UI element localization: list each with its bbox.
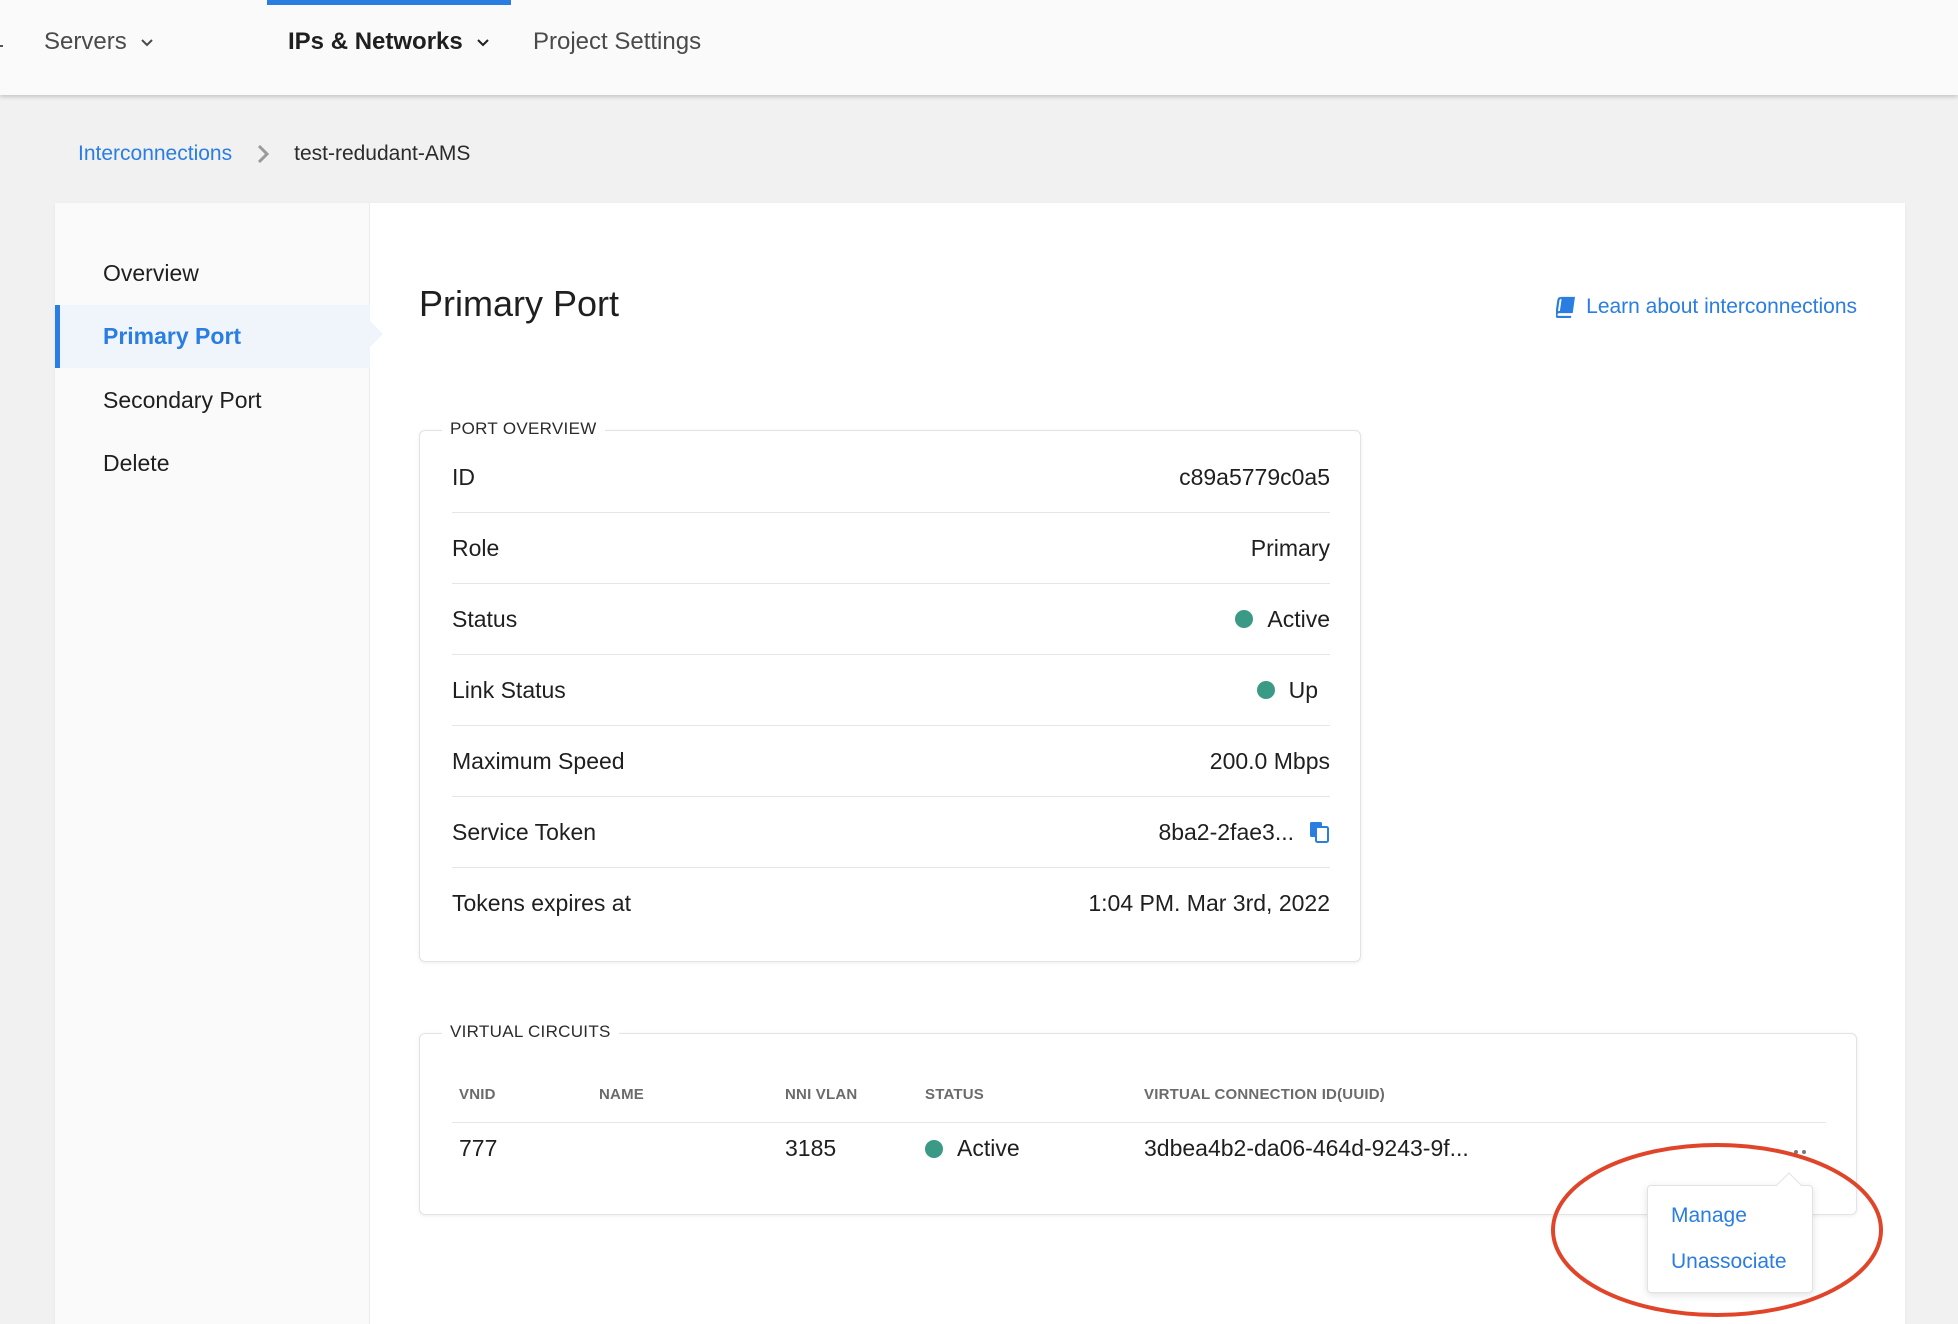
port-row-status: Status Active [452, 584, 1330, 655]
service-token-value: 8ba2-2fae3... [1158, 819, 1330, 846]
top-nav: Servers IPs & Networks Project Settings [0, 0, 1958, 95]
sidebar-item-primary-port[interactable]: Primary Port [55, 305, 370, 368]
service-token-text: 8ba2-2fae3... [1158, 818, 1294, 845]
sidebar-active-notch [370, 321, 383, 347]
status-dot-icon [925, 1139, 943, 1158]
sidebar-item-label: Delete [103, 450, 170, 476]
port-row-id: ID c89a5779c0a5 [452, 442, 1330, 513]
sidebar-item-label: Overview [103, 260, 199, 286]
row-actions-dropdown: Manage Unassociate [1647, 1172, 1813, 1293]
virtual-circuits-legend: VIRTUAL CIRCUITS [442, 1022, 619, 1042]
chevron-down-icon [140, 39, 153, 47]
link-status-value: Up [1256, 676, 1330, 704]
copy-icon[interactable] [1308, 820, 1330, 844]
table-header-divider [452, 1122, 1826, 1123]
port-row-role: Role Primary [452, 513, 1330, 584]
menu-item-unassociate[interactable]: Unassociate [1671, 1250, 1787, 1274]
breadcrumb: Interconnections test-redudant-AMS [78, 142, 470, 166]
column-header-nni-vlan: NNI VLAN [785, 1086, 858, 1103]
port-row-service-token: Service Token 8ba2-2fae3... [452, 797, 1330, 868]
nav-ips-networks[interactable]: IPs & Networks [288, 28, 491, 56]
page-title: Primary Port [419, 283, 620, 324]
column-header-uuid: VIRTUAL CONNECTION ID(UUID) [1144, 1086, 1385, 1103]
more-horizontal-icon [1794, 1150, 1806, 1154]
port-row-label: Status [452, 605, 518, 632]
sidebar-item-label: Secondary Port [103, 387, 262, 413]
column-header-status: STATUS [925, 1086, 984, 1103]
breadcrumb-current: test-redudant-AMS [294, 142, 471, 165]
cell-vnid: 777 [459, 1135, 498, 1161]
port-row-value: 200.0 Mbps [1209, 747, 1330, 774]
port-overview-legend: PORT OVERVIEW [442, 419, 605, 439]
book-icon [1556, 296, 1576, 318]
port-status-value: Active [1235, 606, 1330, 633]
cell-uuid: 3dbea4b2-da06-464d-9243-9f... [1144, 1135, 1469, 1161]
chevron-down-icon [477, 39, 489, 47]
status-dot-icon [1235, 610, 1254, 628]
sidebar-item-secondary-port[interactable]: Secondary Port [55, 369, 370, 432]
port-row-label: Service Token [452, 818, 597, 845]
row-actions-menu-trigger[interactable] [1793, 1142, 1807, 1160]
cell-status: Active [925, 1135, 1020, 1162]
sidebar: Overview Primary Port Secondary Port Del… [55, 203, 370, 1324]
port-row-label: Link Status [452, 676, 566, 703]
chevron-right-icon [258, 144, 270, 164]
status-text: Up [1288, 676, 1318, 703]
status-dot-icon [1256, 681, 1275, 699]
column-header-name: NAME [599, 1086, 644, 1103]
nav-project-settings[interactable]: Project Settings [533, 28, 701, 56]
nav-edge-fragment [0, 45, 3, 47]
port-row-link-status: Link Status Up [452, 655, 1330, 726]
port-overview-card: PORT OVERVIEW ID c89a5779c0a5 Role Prima… [419, 419, 1361, 962]
nav-ips-networks-label: IPs & Networks [288, 28, 463, 55]
port-row-value: 1:04 PM. Mar 3rd, 2022 [1088, 890, 1330, 916]
nav-project-settings-label: Project Settings [533, 28, 702, 55]
menu-item-manage[interactable]: Manage [1671, 1204, 1747, 1228]
port-row-label: Tokens expires at [452, 890, 631, 916]
column-header-vnid: VNID [459, 1086, 496, 1103]
port-row-value: c89a5779c0a5 [1179, 463, 1330, 490]
port-row-value: Primary [1250, 534, 1330, 561]
cell-nni-vlan: 3185 [785, 1135, 837, 1161]
sidebar-item-delete[interactable]: Delete [55, 432, 370, 495]
port-row-token-expiry: Tokens expires at 1:04 PM. Mar 3rd, 2022 [452, 868, 1330, 939]
port-row-max-speed: Maximum Speed 200.0 Mbps [452, 726, 1330, 797]
port-row-label: Maximum Speed [452, 747, 625, 774]
port-row-label: Role [452, 534, 500, 561]
main-panel: Overview Primary Port Secondary Port Del… [55, 203, 1905, 1324]
port-row-label: ID [452, 463, 475, 490]
nav-active-indicator [267, 0, 511, 5]
status-text: Active [1267, 605, 1330, 632]
nav-servers-label: Servers [44, 28, 127, 55]
learn-interconnections-link[interactable]: Learn about interconnections [1556, 295, 1857, 319]
virtual-circuits-card: VIRTUAL CIRCUITS VNID NAME NNI VLAN STAT… [419, 1022, 1857, 1215]
sidebar-item-label: Primary Port [103, 323, 242, 349]
nav-servers[interactable]: Servers [44, 28, 155, 56]
breadcrumb-interconnections-link[interactable]: Interconnections [78, 142, 232, 166]
status-text: Active [957, 1135, 1020, 1161]
sidebar-item-overview[interactable]: Overview [55, 242, 370, 305]
learn-link-label: Learn about interconnections [1586, 295, 1857, 318]
